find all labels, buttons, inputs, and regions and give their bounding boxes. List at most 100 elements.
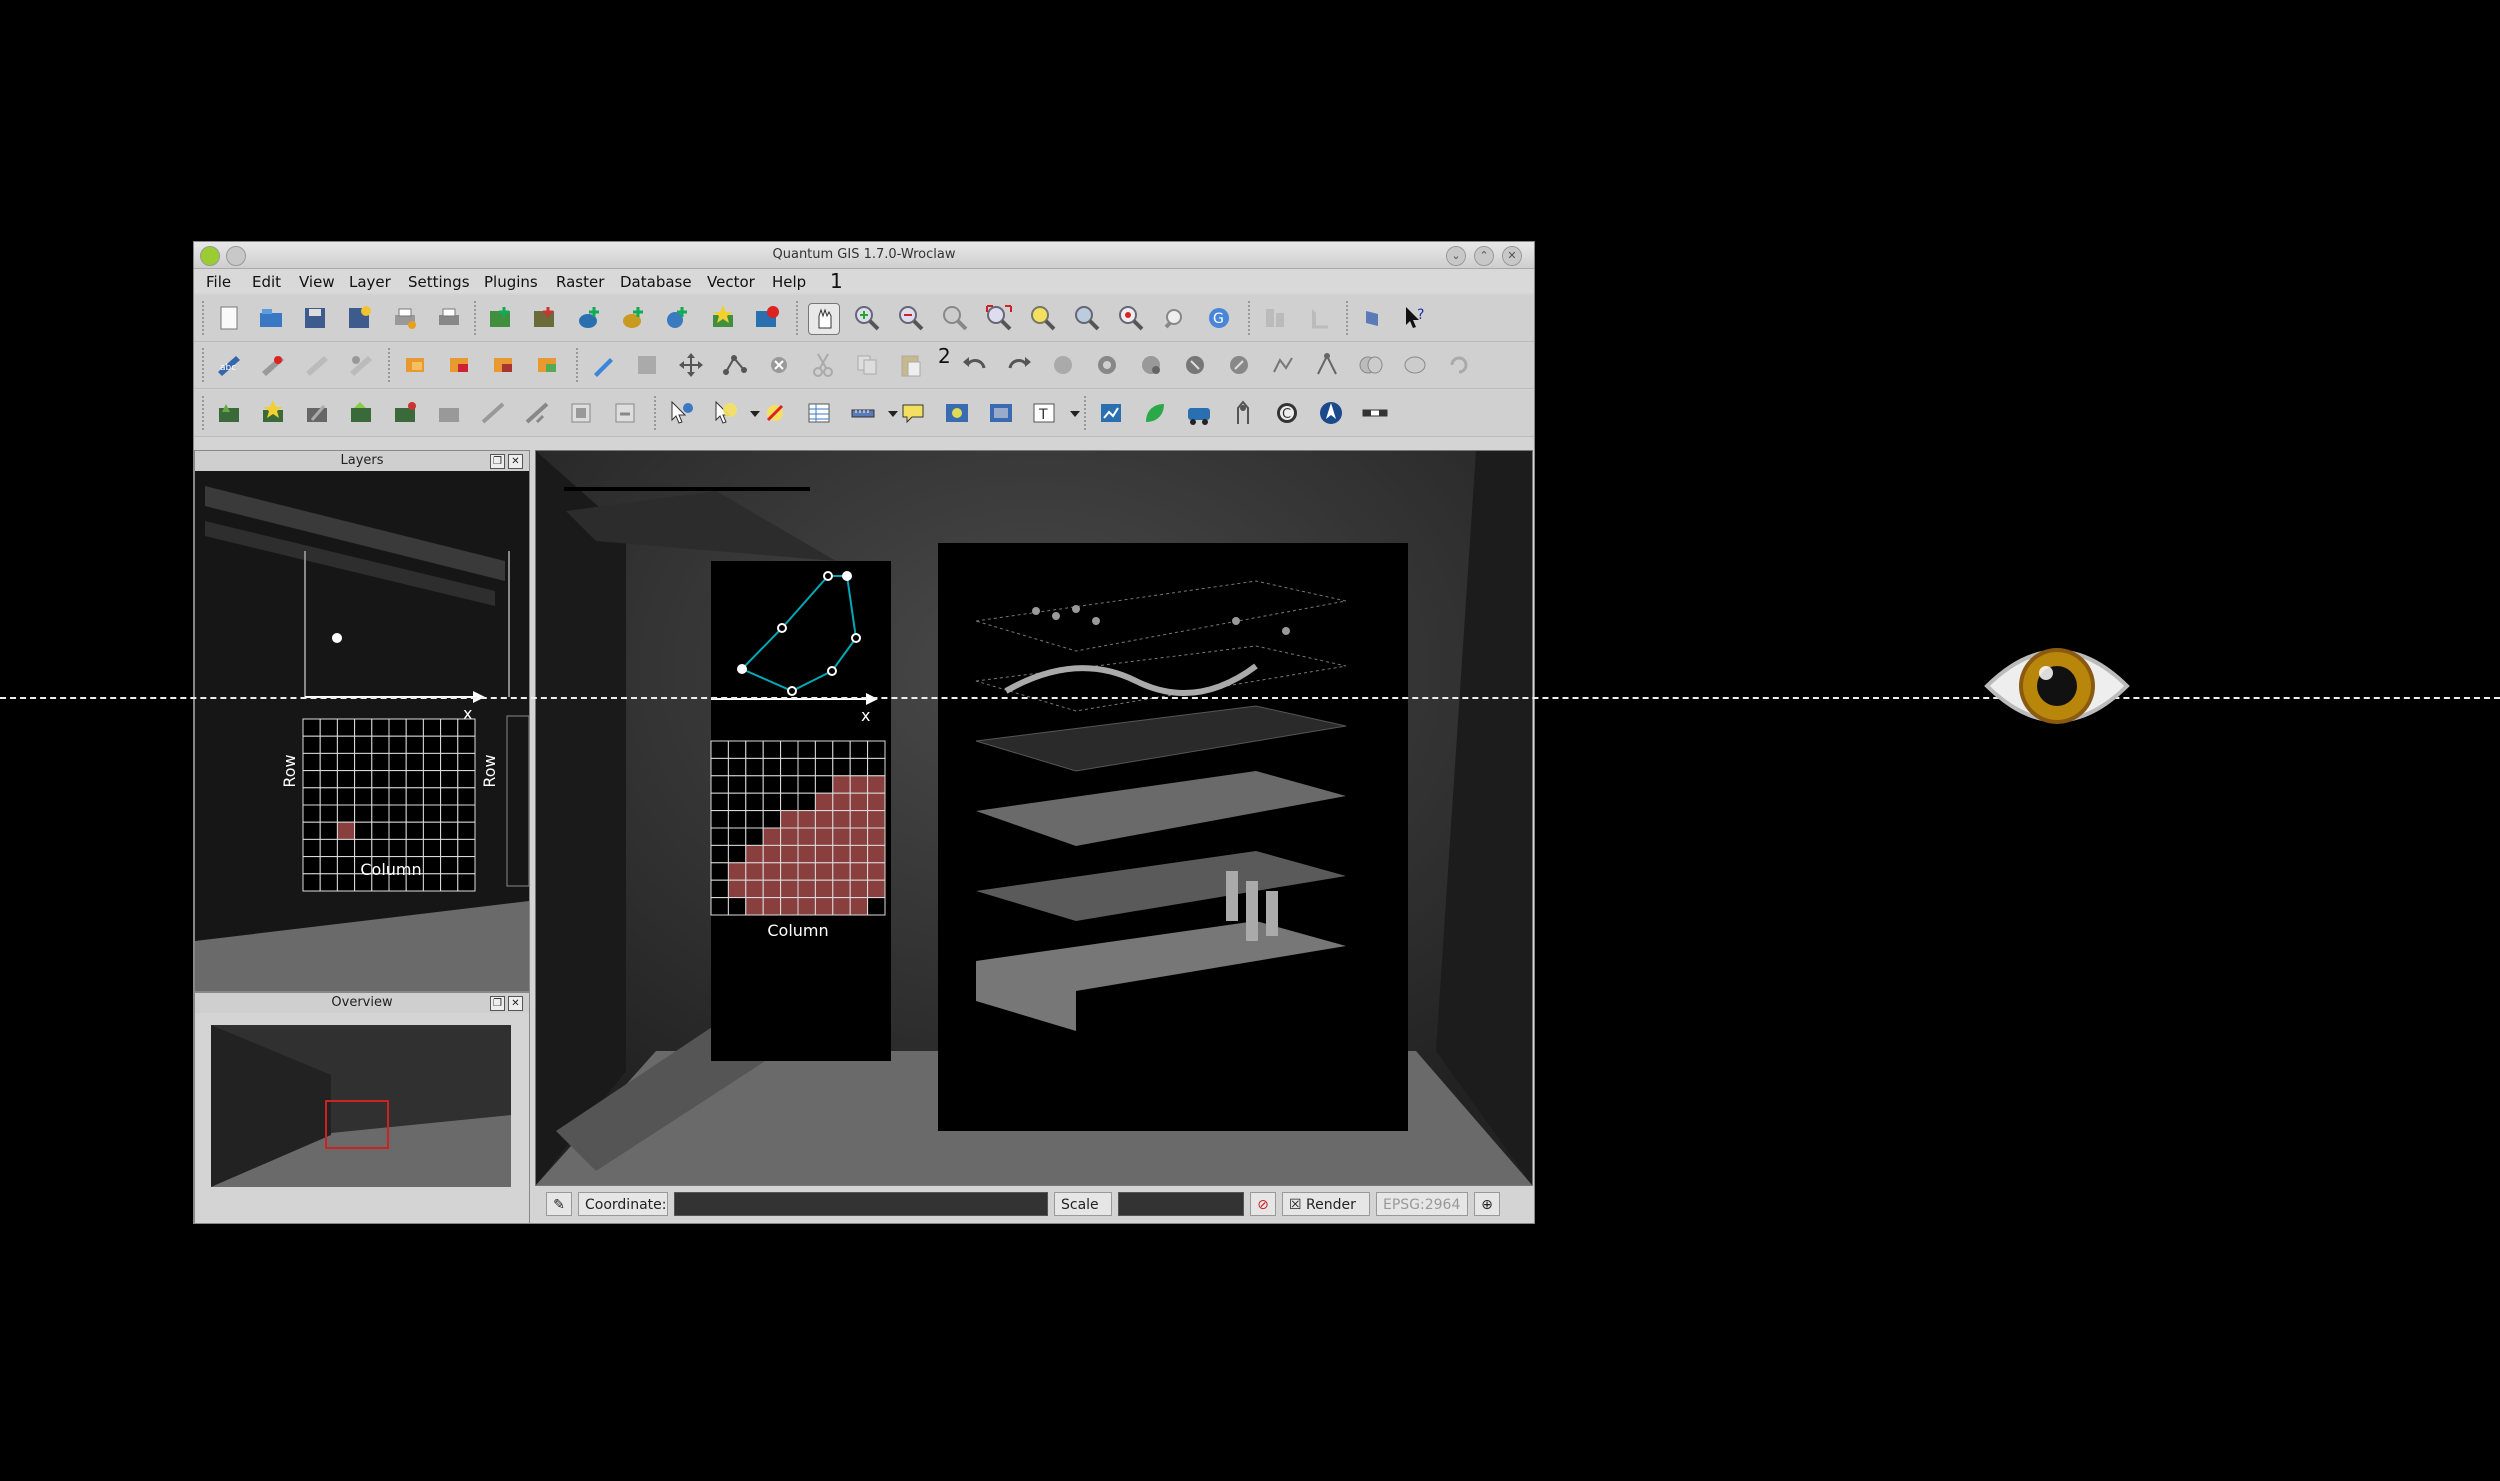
menu-file[interactable]: File [206,273,231,291]
zoom-to-layer-icon[interactable] [1072,303,1102,333]
toolbar-grip[interactable] [796,301,803,335]
leaf-plugin-icon[interactable] [1140,398,1170,428]
split-features-icon[interactable] [1312,350,1342,380]
save-edits-icon[interactable] [632,350,662,380]
pan-map-icon[interactable] [808,303,840,335]
add-part-icon[interactable] [444,350,474,380]
toolbar-grip[interactable] [576,348,583,382]
measure-line-icon[interactable] [848,398,878,428]
grass-open-mapset-icon[interactable] [346,398,376,428]
show-bookmarks-icon[interactable] [986,398,1016,428]
menu-view[interactable]: View [299,273,335,291]
toolbar-grip[interactable] [474,301,481,335]
select-features-icon[interactable] [710,398,740,428]
print-composer-icon[interactable] [390,303,420,333]
add-part-advanced-icon[interactable] [1136,350,1166,380]
print-icon[interactable] [434,303,464,333]
minimize-icon[interactable]: ⌄ [1446,246,1466,266]
grass-browser-icon[interactable] [566,398,596,428]
rotate-label-icon[interactable] [302,350,332,380]
toolbar-grip[interactable] [202,301,209,335]
close-panel-icon[interactable]: ✕ [508,996,523,1011]
copyright-label-icon[interactable]: C [1272,398,1302,428]
undo-icon[interactable] [960,350,990,380]
add-ring-advanced-icon[interactable] [1092,350,1122,380]
move-feature-icon[interactable] [676,350,706,380]
toolbar-grip[interactable] [388,348,395,382]
delete-ring-advanced-icon[interactable] [1180,350,1210,380]
north-arrow-icon[interactable] [1316,398,1346,428]
delete-selected-icon[interactable] [764,350,794,380]
measure-icon[interactable] [1304,303,1334,333]
new-bookmark-icon[interactable] [942,398,972,428]
menu-settings[interactable]: Settings [408,273,470,291]
refresh-icon[interactable]: G [1204,303,1234,333]
toolbar-grip[interactable] [654,396,661,430]
select-dropdown-icon[interactable] [740,398,760,428]
add-wms-layer-icon[interactable] [662,303,692,333]
coordinate-field[interactable] [674,1192,1048,1216]
menu-edit[interactable]: Edit [252,273,281,291]
stop-render-icon[interactable]: ⊘ [1250,1192,1276,1216]
add-postgis-layer-icon[interactable] [574,303,604,333]
deselect-features-icon[interactable] [760,398,790,428]
delete-part-icon[interactable] [532,350,562,380]
zoom-full-icon[interactable] [984,303,1014,333]
node-tool-icon[interactable] [720,350,750,380]
interpolation-icon[interactable] [1228,398,1258,428]
delete-part-advanced-icon[interactable] [1224,350,1254,380]
map-tips-bubble-icon[interactable] [898,398,928,428]
scale-bar-icon[interactable] [1360,398,1390,428]
toolbar-grip[interactable] [202,396,209,430]
merge-features-icon[interactable] [1356,350,1386,380]
reshape-features-icon[interactable] [1268,350,1298,380]
grass-edit-icon[interactable] [302,398,332,428]
grass-help-icon[interactable] [610,398,640,428]
rotate-symbols-icon[interactable] [1444,350,1474,380]
redo-icon[interactable] [1004,350,1034,380]
whats-this-icon[interactable]: ? [1400,303,1430,333]
menu-vector[interactable]: Vector [707,273,755,291]
open-project-icon[interactable] [256,303,286,333]
float-panel-icon[interactable]: ❐ [490,996,505,1011]
menu-layer[interactable]: Layer [349,273,391,291]
grass-shell-icon[interactable] [522,398,552,428]
identify-icon[interactable] [666,398,696,428]
open-attribute-table-icon[interactable] [804,398,834,428]
toolbar-grip[interactable] [202,348,209,382]
delete-ring-icon[interactable] [488,350,518,380]
add-spatialite-layer-icon[interactable] [618,303,648,333]
save-as-icon[interactable] [344,303,374,333]
toolbar-grip[interactable] [1084,396,1091,430]
remove-layer-icon[interactable] [752,303,782,333]
zoom-in-icon[interactable] [852,303,882,333]
menu-raster[interactable]: Raster [556,273,604,291]
crs-status[interactable]: EPSG:2964 [1376,1192,1468,1216]
map-tips-icon[interactable] [1358,303,1388,333]
label-tool-icon[interactable]: abc [214,350,244,380]
cut-features-icon[interactable] [808,350,838,380]
measure-dropdown-icon[interactable] [878,398,898,428]
toggle-extents-icon[interactable]: ✎ [546,1192,572,1216]
new-project-icon[interactable] [214,303,244,333]
simplify-feature-icon[interactable] [1048,350,1078,380]
map-canvas[interactable]: x Column [535,450,1533,1186]
maximize-icon[interactable]: ⌃ [1474,246,1494,266]
gps-tools-icon[interactable] [1184,398,1214,428]
crs-settings-icon[interactable]: ⊕ [1474,1192,1500,1216]
close-icon[interactable]: ✕ [1502,246,1522,266]
annotation-dropdown-icon[interactable] [1060,398,1080,428]
zoom-out-icon[interactable] [896,303,926,333]
float-panel-icon[interactable]: ❐ [490,454,505,469]
toolbar-grip[interactable] [1248,301,1255,335]
identify-features-icon[interactable] [1260,303,1290,333]
scale-field[interactable] [1118,1192,1244,1216]
zoom-next-icon[interactable] [1160,303,1190,333]
new-grass-vector-icon[interactable] [258,398,288,428]
menu-help[interactable]: Help [772,273,806,291]
toolbar-grip[interactable] [1346,301,1353,335]
close-panel-icon[interactable]: ✕ [508,454,523,469]
add-raster-layer-icon[interactable] [530,303,560,333]
grass-close-mapset-icon[interactable] [434,398,464,428]
grass-region-icon[interactable] [478,398,508,428]
